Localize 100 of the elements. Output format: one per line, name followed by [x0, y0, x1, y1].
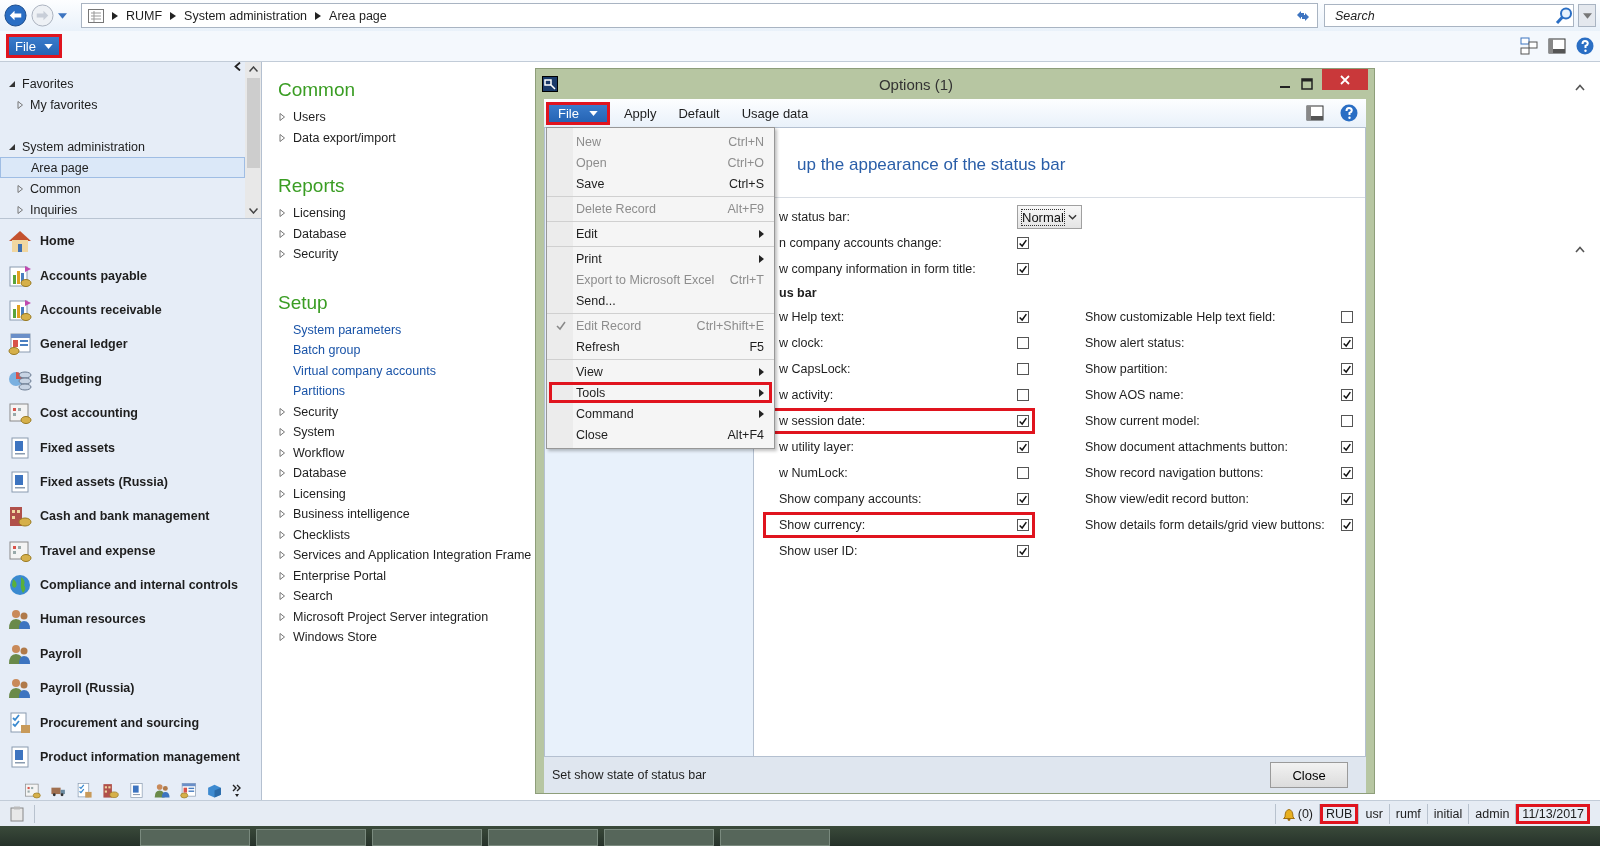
expand-arrow-icon[interactable] [278, 571, 286, 580]
folder-link[interactable]: Licensing [293, 486, 346, 501]
scroll-down-icon[interactable] [248, 208, 258, 214]
checkbox[interactable] [1017, 493, 1029, 505]
folder-link[interactable]: System [293, 425, 335, 440]
scrollbar[interactable] [245, 62, 261, 218]
menu-item[interactable]: Print [549, 248, 772, 269]
folder-link[interactable]: Checklists [293, 527, 350, 542]
close-button[interactable] [1322, 69, 1368, 90]
checkbox[interactable] [1341, 467, 1353, 479]
module-link[interactable]: Payroll (Russia) [0, 671, 261, 706]
checkbox[interactable] [1341, 389, 1353, 401]
menu-item[interactable]: Send... [549, 290, 772, 311]
module-link[interactable]: Accounts receivable [0, 292, 261, 328]
checkbox[interactable] [1017, 545, 1029, 557]
menu-item[interactable]: View [549, 361, 772, 382]
folder-link[interactable]: Business intelligence [293, 507, 410, 522]
menu-button[interactable]: Apply [615, 101, 665, 125]
expand-arrow-icon[interactable] [278, 633, 286, 642]
page-link[interactable]: Batch group [293, 343, 361, 358]
close-button[interactable]: Close [1270, 762, 1348, 788]
search-icon[interactable] [1555, 6, 1573, 25]
folder-link[interactable]: Windows Store [293, 630, 378, 645]
folder-link[interactable]: Services and Application Integration Frame [293, 548, 532, 563]
tree-item[interactable]: Inquiries [0, 199, 245, 220]
checkbox[interactable] [1017, 389, 1029, 401]
collapse-arrow-icon[interactable] [8, 79, 16, 88]
folder-link[interactable]: Licensing [293, 206, 346, 221]
module-link[interactable]: Home [0, 224, 261, 259]
help-icon[interactable] [1576, 37, 1594, 55]
expand-arrow-icon[interactable] [16, 205, 24, 214]
scroll-up-icon[interactable] [248, 66, 258, 72]
checkbox[interactable] [1017, 363, 1029, 375]
checkbox[interactable] [1017, 263, 1029, 275]
module-link[interactable]: Cost accounting [0, 395, 261, 431]
expand-arrow-icon[interactable] [16, 184, 24, 193]
expand-arrow-icon[interactable] [278, 407, 286, 416]
checkbox[interactable] [1017, 467, 1029, 479]
checkbox[interactable] [1017, 337, 1029, 349]
folder-link[interactable]: Enterprise Portal [293, 568, 387, 583]
menu-button[interactable]: Usage data [733, 101, 817, 125]
help-icon[interactable] [1340, 104, 1358, 122]
file-menu-button[interactable]: File [546, 101, 610, 125]
collapse-pane-icon[interactable] [234, 62, 241, 71]
module-link[interactable]: Payroll [0, 636, 261, 672]
address-bar[interactable]: RUMF System administration Area page [81, 3, 1318, 28]
menu-item[interactable]: Save Ctrl+S [549, 173, 772, 194]
menu-item[interactable]: Close Alt+F4 [549, 424, 772, 445]
expand-arrow-icon[interactable] [278, 209, 286, 218]
expand-arrow-icon[interactable] [278, 113, 286, 122]
expand-arrow-icon[interactable] [278, 530, 286, 539]
checkbox[interactable] [1017, 311, 1029, 323]
search-input[interactable]: Search [1333, 7, 1555, 24]
tree-item[interactable]: Common [0, 178, 245, 199]
checkbox[interactable] [1341, 337, 1353, 349]
page-link[interactable]: System parameters [293, 322, 402, 337]
breadcrumb-item[interactable]: Area page [329, 8, 387, 23]
folder-link[interactable]: Security [293, 404, 339, 419]
back-button[interactable] [4, 4, 27, 27]
expand-arrow-icon[interactable] [16, 100, 24, 109]
folder-link[interactable]: Database [293, 466, 347, 481]
windows-icon[interactable] [1520, 37, 1538, 55]
module-link[interactable]: Compliance and internal controls [0, 567, 261, 603]
expand-arrow-icon[interactable] [278, 510, 286, 519]
checkbox[interactable] [1017, 441, 1029, 453]
breadcrumb-item[interactable]: System administration [184, 8, 308, 23]
caret-icon[interactable] [58, 12, 67, 19]
module-link[interactable]: Human resources [0, 602, 261, 637]
collapse-icon[interactable] [1575, 84, 1585, 91]
checkbox[interactable] [1017, 519, 1029, 531]
checkbox[interactable] [1341, 311, 1353, 323]
clipboard-icon[interactable] [10, 805, 24, 822]
module-link[interactable]: Budgeting [0, 361, 261, 396]
module-link[interactable]: Procurement and sourcing [0, 705, 261, 740]
expand-arrow-icon[interactable] [278, 133, 286, 142]
expand-arrow-icon[interactable] [278, 551, 286, 560]
search-field[interactable]: Search [1324, 4, 1574, 27]
folder-link[interactable]: Data export/import [293, 130, 396, 145]
folder-link[interactable]: Microsoft Project Server integration [293, 609, 489, 624]
expand-arrow-icon[interactable] [278, 469, 286, 478]
checkbox[interactable] [1341, 493, 1353, 505]
folder-link[interactable]: Database [293, 226, 347, 241]
folder-link[interactable]: Search [293, 589, 333, 604]
checkbox[interactable] [1341, 519, 1353, 531]
module-link[interactable]: Cash and bank management [0, 499, 261, 534]
menu-item[interactable]: Refresh F5 [549, 336, 772, 357]
module-link[interactable]: Travel and expense [0, 533, 261, 568]
menu-item[interactable]: Tools [549, 382, 772, 403]
menu-item[interactable]: Edit [549, 223, 772, 244]
collapse-icon[interactable] [1575, 246, 1585, 253]
checkbox[interactable] [1017, 415, 1029, 427]
module-link[interactable]: Accounts payable [0, 258, 261, 293]
expand-arrow-icon[interactable] [278, 448, 286, 457]
expand-arrow-icon[interactable] [278, 489, 286, 498]
file-menu-button[interactable]: File [6, 34, 62, 58]
module-link[interactable]: Product information management [0, 739, 261, 775]
collapse-arrow-icon[interactable] [8, 142, 16, 151]
tree-item[interactable]: My favorites [0, 94, 245, 115]
menu-item[interactable]: Command [549, 403, 772, 424]
breadcrumb-item[interactable]: RUMF [126, 8, 163, 23]
